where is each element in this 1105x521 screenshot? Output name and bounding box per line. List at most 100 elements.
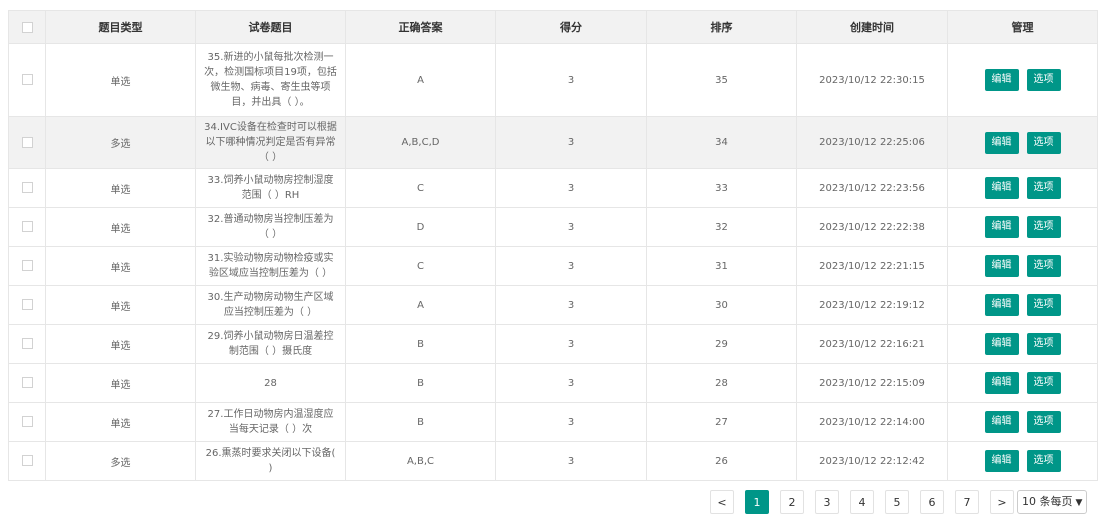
- row-question: 27.工作日动物房内温湿度应当每天记录（ ）次: [195, 402, 346, 442]
- options-button[interactable]: 选项: [1026, 411, 1061, 433]
- prev-page-button[interactable]: <: [710, 490, 734, 514]
- next-page-button[interactable]: >: [990, 490, 1014, 514]
- options-button[interactable]: 选项: [1026, 177, 1061, 199]
- row-created: 2023/10/12 22:16:21: [796, 324, 948, 364]
- edit-button[interactable]: 编辑: [984, 294, 1019, 316]
- row-type: 单选: [45, 168, 196, 208]
- edit-button[interactable]: 编辑: [984, 450, 1019, 472]
- row-manage: 编辑 选项: [947, 324, 1098, 364]
- row-question: 35.新进的小鼠每批次检测一次，检测国标项目19项，包括微生物、病毒、寄生虫等项…: [195, 43, 346, 117]
- row-score: 3: [495, 363, 647, 403]
- row-answer: D: [345, 207, 496, 247]
- edit-button[interactable]: 编辑: [984, 69, 1019, 91]
- row-type: 单选: [45, 285, 196, 325]
- row-checkbox[interactable]: [21, 377, 33, 389]
- row-select-cell[interactable]: [8, 168, 46, 208]
- row-select-cell[interactable]: [8, 246, 46, 286]
- row-score: 3: [495, 116, 647, 169]
- header-select-all[interactable]: [8, 10, 46, 44]
- options-button[interactable]: 选项: [1026, 333, 1061, 355]
- options-button[interactable]: 选项: [1026, 294, 1061, 316]
- row-type: 单选: [45, 207, 196, 247]
- select-all-checkbox[interactable]: [21, 22, 33, 33]
- row-score: 3: [495, 285, 647, 325]
- options-button[interactable]: 选项: [1026, 216, 1061, 238]
- page-button-6[interactable]: 6: [920, 490, 944, 514]
- options-button[interactable]: 选项: [1026, 450, 1061, 472]
- row-checkbox[interactable]: [21, 74, 33, 86]
- row-question: 29.饲养小鼠动物房日温差控制范围（ ）摄氏度: [195, 324, 346, 364]
- row-select-cell[interactable]: [8, 324, 46, 364]
- page-button-3[interactable]: 3: [815, 490, 839, 514]
- page-button-2[interactable]: 2: [780, 490, 804, 514]
- row-manage: 编辑 选项: [947, 168, 1098, 208]
- row-order: 32: [646, 207, 797, 247]
- page-button-5[interactable]: 5: [885, 490, 909, 514]
- row-created: 2023/10/12 22:23:56: [796, 168, 948, 208]
- edit-button[interactable]: 编辑: [984, 372, 1019, 394]
- row-type: 单选: [45, 402, 196, 442]
- row-question: 26.熏蒸时要求关闭以下设备( ): [195, 441, 346, 481]
- row-answer: A,B,C,D: [345, 116, 496, 169]
- row-created: 2023/10/12 22:30:15: [796, 43, 948, 117]
- edit-button[interactable]: 编辑: [984, 177, 1019, 199]
- row-type: 单选: [45, 363, 196, 403]
- question-table: 题目类型 试卷题目 正确答案 得分 排序 创建时间 管理 单选 35.新进的小鼠每…: [8, 10, 1098, 481]
- row-manage: 编辑 选项: [947, 402, 1098, 442]
- row-order: 31: [646, 246, 797, 286]
- row-select-cell[interactable]: [8, 441, 46, 481]
- row-score: 3: [495, 207, 647, 247]
- row-answer: B: [345, 402, 496, 442]
- table-body: 单选 35.新进的小鼠每批次检测一次，检测国标项目19项，包括微生物、病毒、寄生虫…: [8, 43, 1098, 481]
- row-order: 33: [646, 168, 797, 208]
- chevron-down-icon: ▼: [1075, 498, 1083, 508]
- edit-button[interactable]: 编辑: [984, 255, 1019, 277]
- row-question: 30.生产动物房动物生产区域应当控制压差为（ ）: [195, 285, 346, 325]
- page-button-1[interactable]: 1: [745, 490, 769, 514]
- row-checkbox[interactable]: [21, 299, 33, 311]
- page-button-4[interactable]: 4: [850, 490, 874, 514]
- row-checkbox[interactable]: [21, 182, 33, 194]
- row-checkbox[interactable]: [21, 338, 33, 350]
- table-row: 单选 32.普通动物房当控制压差为（ ） D 3 32 2023/10/12 22:22:…: [8, 207, 1098, 247]
- row-select-cell[interactable]: [8, 43, 46, 117]
- row-answer: B: [345, 324, 496, 364]
- page-button-7[interactable]: 7: [955, 490, 979, 514]
- edit-button[interactable]: 编辑: [984, 131, 1019, 154]
- row-select-cell[interactable]: [8, 363, 46, 403]
- table-row: 单选 27.工作日动物房内温湿度应当每天记录（ ）次 B 3 27 2023/10/12 …: [8, 402, 1098, 442]
- table-row: 单选 28 B 3 28 2023/10/12 22:15:09 编辑 选项: [8, 363, 1098, 403]
- row-checkbox[interactable]: [21, 416, 33, 428]
- page-size-select[interactable]: 10 条每页 ▼: [1017, 490, 1088, 514]
- row-select-cell[interactable]: [8, 285, 46, 325]
- row-created: 2023/10/12 22:15:09: [796, 363, 948, 403]
- row-checkbox[interactable]: [21, 260, 33, 272]
- row-checkbox[interactable]: [21, 221, 33, 233]
- edit-button[interactable]: 编辑: [984, 411, 1019, 433]
- row-score: 3: [495, 441, 647, 481]
- row-score: 3: [495, 43, 647, 117]
- row-select-cell[interactable]: [8, 402, 46, 442]
- table-row: 单选 33.饲养小鼠动物房控制湿度范围（ ）RH C 3 33 2023/10/12 22…: [8, 168, 1098, 208]
- options-button[interactable]: 选项: [1026, 131, 1061, 154]
- row-answer: C: [345, 246, 496, 286]
- row-select-cell[interactable]: [8, 207, 46, 247]
- row-type: 单选: [45, 43, 196, 117]
- header-manage: 管理: [947, 10, 1098, 44]
- row-select-cell[interactable]: [8, 116, 46, 169]
- options-button[interactable]: 选项: [1026, 69, 1061, 91]
- edit-button[interactable]: 编辑: [984, 333, 1019, 355]
- row-checkbox[interactable]: [21, 455, 33, 467]
- edit-button[interactable]: 编辑: [984, 216, 1019, 238]
- row-manage: 编辑 选项: [947, 43, 1098, 117]
- header-answer: 正确答案: [345, 10, 496, 44]
- header-created: 创建时间: [796, 10, 948, 44]
- header-score: 得分: [495, 10, 647, 44]
- row-question: 32.普通动物房当控制压差为（ ）: [195, 207, 346, 247]
- options-button[interactable]: 选项: [1026, 372, 1061, 394]
- options-button[interactable]: 选项: [1026, 255, 1061, 277]
- table-header-row: 题目类型 试卷题目 正确答案 得分 排序 创建时间 管理: [8, 10, 1098, 44]
- row-order: 28: [646, 363, 797, 403]
- row-checkbox[interactable]: [21, 136, 33, 148]
- row-created: 2023/10/12 22:21:15: [796, 246, 948, 286]
